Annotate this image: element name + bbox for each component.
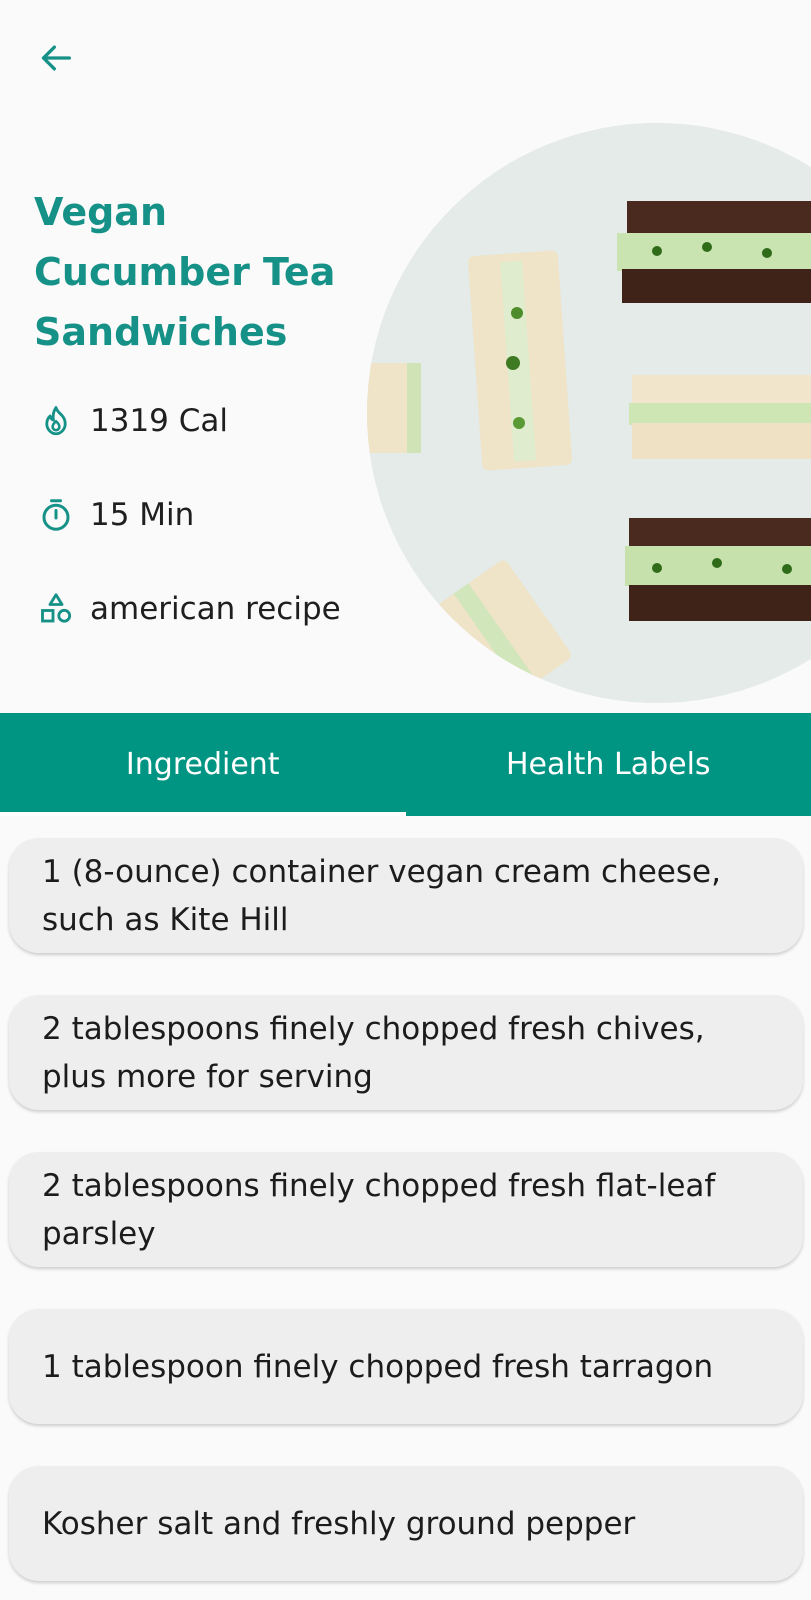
tab-bar: Ingredient Health Labels — [0, 713, 811, 816]
ingredient-text: 1 tablespoon finely chopped fresh tarrag… — [42, 1348, 714, 1385]
cuisine-text: american recipe — [90, 591, 341, 627]
ingredient-text: Kosher salt and freshly ground pepper — [42, 1505, 636, 1542]
ingredient-item[interactable]: 1 (8-ounce) container vegan cream cheese… — [9, 838, 803, 953]
tab-health-labels-label: Health Labels — [505, 747, 711, 782]
flame-icon — [36, 401, 76, 441]
ingredient-item[interactable]: 1 tablespoon finely chopped fresh tarrag… — [9, 1309, 803, 1424]
recipe-image — [367, 123, 811, 703]
timer-icon — [36, 495, 76, 535]
ingredient-list: 1 (8-ounce) container vegan cream cheese… — [9, 838, 803, 1600]
tab-ingredient-label: Ingredient — [125, 747, 280, 782]
ingredient-item[interactable]: 2 tablespoons finely chopped fresh flat-… — [9, 1152, 803, 1267]
ingredient-text: 1 (8-ounce) container vegan cream cheese… — [42, 853, 721, 938]
arrow-left-icon — [41, 45, 72, 71]
tab-health-labels[interactable]: Health Labels — [406, 713, 811, 816]
recipe-detail-screen: Vegan Cucumber Tea Sandwiches 1319 Cal 1… — [0, 0, 811, 1600]
tab-ingredient[interactable]: Ingredient — [0, 713, 406, 816]
ingredient-item[interactable]: 2 tablespoons finely chopped fresh chive… — [9, 995, 803, 1110]
back-button[interactable] — [28, 30, 84, 86]
tab-selected-indicator — [0, 812, 406, 816]
ingredient-text: 2 tablespoons finely chopped fresh flat-… — [42, 1167, 716, 1252]
calories-text: 1319 Cal — [90, 403, 229, 439]
ingredient-item[interactable]: Kosher salt and freshly ground pepper — [9, 1466, 803, 1581]
time-text: 15 Min — [90, 497, 195, 533]
cuisine-row: american recipe — [36, 587, 341, 631]
ingredient-text: 2 tablespoons finely chopped fresh chive… — [42, 1010, 705, 1095]
recipe-title: Vegan Cucumber Tea Sandwiches — [34, 190, 336, 354]
time-row: 15 Min — [36, 493, 194, 537]
calories-row: 1319 Cal — [36, 399, 228, 443]
category-shapes-icon — [36, 589, 76, 629]
